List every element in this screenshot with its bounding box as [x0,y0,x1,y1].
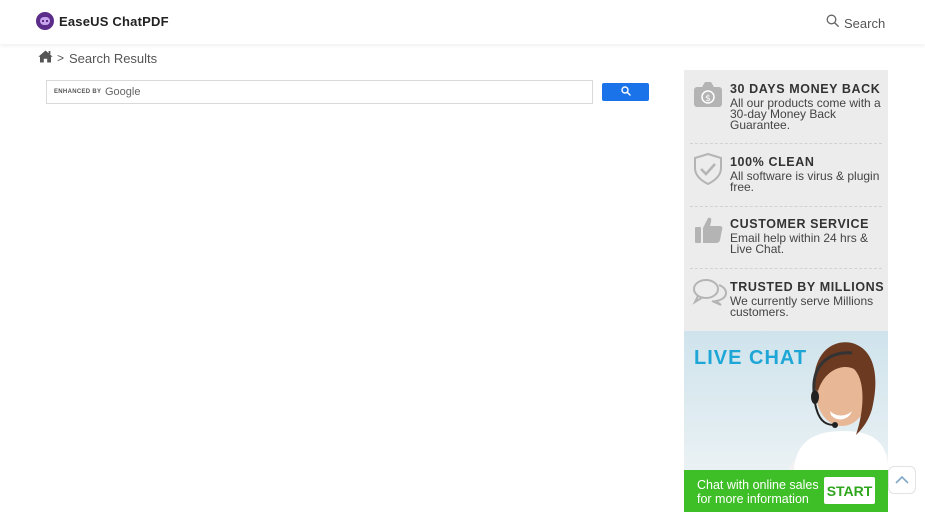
enhanced-by-label: ENHANCED BY [54,89,102,95]
breadcrumb-separator: > [57,51,65,65]
google-logo-text: Google [105,86,141,98]
chevron-up-icon [895,471,909,489]
live-chat-banner[interactable]: LIVE CHAT Chat with online sales for mor… [684,331,888,512]
brand-name: EaseUS ChatPDF [59,13,169,29]
feature-title: TRUSTED BY MILLIONS [730,280,885,294]
thumbs-up-icon [694,215,724,250]
feature-title: CUSTOMER SERVICE [730,217,870,231]
breadcrumb: > Search Results [38,50,157,66]
search-submit-button[interactable] [602,83,649,101]
search-icon [620,83,631,101]
breadcrumb-current: Search Results [69,50,158,66]
top-bar: EaseUS ChatPDF Search [0,0,925,44]
live-chat-line2: for more information [697,492,809,506]
search-icon [826,14,839,32]
brand-link[interactable]: EaseUS ChatPDF [36,12,169,30]
start-chat-button[interactable]: START [824,477,875,504]
home-icon[interactable] [38,50,53,66]
svg-text:$: $ [705,94,711,104]
header-search-label: Search [844,15,886,31]
feature-title: 100% CLEAN [730,155,815,169]
search-input[interactable]: ENHANCED BY Google [46,80,593,104]
feature-text: Email help within 24 hrs & Live Chat. [730,231,869,256]
feature-divider [690,268,882,269]
feature-text: All our products come with a 30-day Mone… [730,96,881,132]
feature-title: 30 DAYS MONEY BACK [730,82,881,96]
feature-divider [690,143,882,144]
header-search-button[interactable]: Search [826,14,885,32]
feature-text: All software is virus & plugin free. [730,169,880,194]
features-panel: $ 30 DAYS MONEY BACK All our products co… [684,70,888,331]
support-agent-image [684,331,888,512]
money-bag-icon: $ [692,81,724,114]
feature-divider [690,206,882,207]
chat-bubbles-icon [692,278,728,313]
live-chat-line1: Chat with online sales [697,478,819,492]
back-to-top-button[interactable] [888,466,916,494]
feature-text: We currently serve Millions customers. [730,294,874,319]
shield-check-icon [692,152,724,190]
chatpdf-logo-icon [36,12,54,30]
